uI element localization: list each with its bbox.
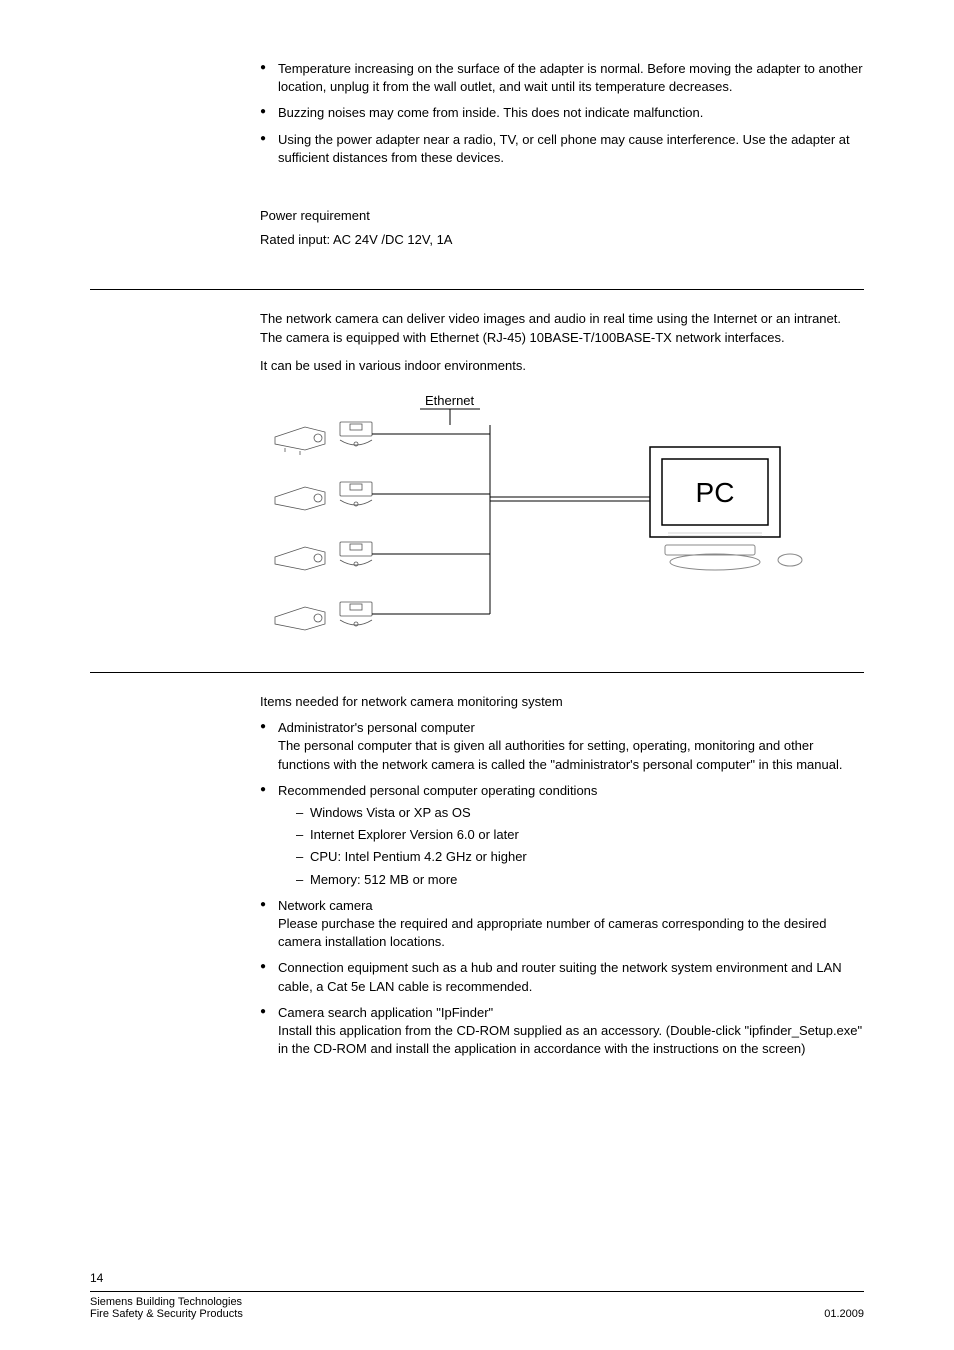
body-text: The network camera can deliver video ima… <box>260 310 864 346</box>
list-item: Buzzing noises may come from inside. Thi… <box>260 104 864 122</box>
items-heading: Items needed for network camera monitori… <box>260 693 864 711</box>
footer: 14 Siemens Building Technologies Fire Sa… <box>90 1271 864 1320</box>
item-body: Connection equipment such as a hub and r… <box>278 960 842 993</box>
content-area: Temperature increasing on the surface of… <box>260 60 864 249</box>
divider <box>90 672 864 673</box>
list-item: Administrator's personal computer The pe… <box>260 719 864 774</box>
sub-item: Memory: 512 MB or more <box>296 871 864 889</box>
footer-left: Siemens Building Technologies Fire Safet… <box>90 1296 243 1320</box>
page-number: 14 <box>90 1271 864 1285</box>
network-intro: The network camera can deliver video ima… <box>260 310 864 642</box>
item-body: Install this application from the CD-ROM… <box>278 1023 862 1056</box>
footer-division: Fire Safety & Security Products <box>90 1308 243 1320</box>
pc-icon: PC <box>650 447 802 570</box>
list-item: Temperature increasing on the surface of… <box>260 60 864 96</box>
item-body: Please purchase the required and appropr… <box>278 916 827 949</box>
list-item: Network camera Please purchase the requi… <box>260 897 864 952</box>
power-requirement-block: Power requirement Rated input: AC 24V /D… <box>260 207 864 249</box>
items-section: Items needed for network camera monitori… <box>260 693 864 1058</box>
body-text: It can be used in various indoor environ… <box>260 357 864 375</box>
power-rated: Rated input: AC 24V /DC 12V, 1A <box>260 231 864 249</box>
list-item: Camera search application "IpFinder" Ins… <box>260 1004 864 1059</box>
network-diagram: Ethernet <box>270 387 864 642</box>
item-title: Camera search application "IpFinder" <box>278 1005 493 1020</box>
divider <box>90 289 864 290</box>
camera-row <box>275 602 490 630</box>
sub-item: Windows Vista or XP as OS <box>296 804 864 822</box>
sub-item: CPU: Intel Pentium 4.2 GHz or higher <box>296 848 864 866</box>
camera-row <box>275 422 490 455</box>
footer-company: Siemens Building Technologies <box>90 1296 243 1308</box>
camera-row <box>275 542 490 570</box>
ethernet-label: Ethernet <box>425 393 475 408</box>
power-heading: Power requirement <box>260 207 864 225</box>
camera-row <box>275 482 490 510</box>
pc-label: PC <box>696 477 735 508</box>
top-bullet-list: Temperature increasing on the surface of… <box>260 60 864 167</box>
item-title: Recommended personal computer operating … <box>278 783 597 798</box>
items-list: Administrator's personal computer The pe… <box>260 719 864 1058</box>
item-body: The personal computer that is given all … <box>278 738 842 771</box>
sub-item: Internet Explorer Version 6.0 or later <box>296 826 864 844</box>
item-title: Administrator's personal computer <box>278 720 475 735</box>
page: Temperature increasing on the surface of… <box>0 0 954 1350</box>
list-item: Using the power adapter near a radio, TV… <box>260 131 864 167</box>
footer-date: 01.2009 <box>824 1308 864 1320</box>
sub-list: Windows Vista or XP as OS Internet Explo… <box>296 804 864 889</box>
list-item: Connection equipment such as a hub and r… <box>260 959 864 995</box>
list-item: Recommended personal computer operating … <box>260 782 864 889</box>
item-title: Network camera <box>278 898 373 913</box>
